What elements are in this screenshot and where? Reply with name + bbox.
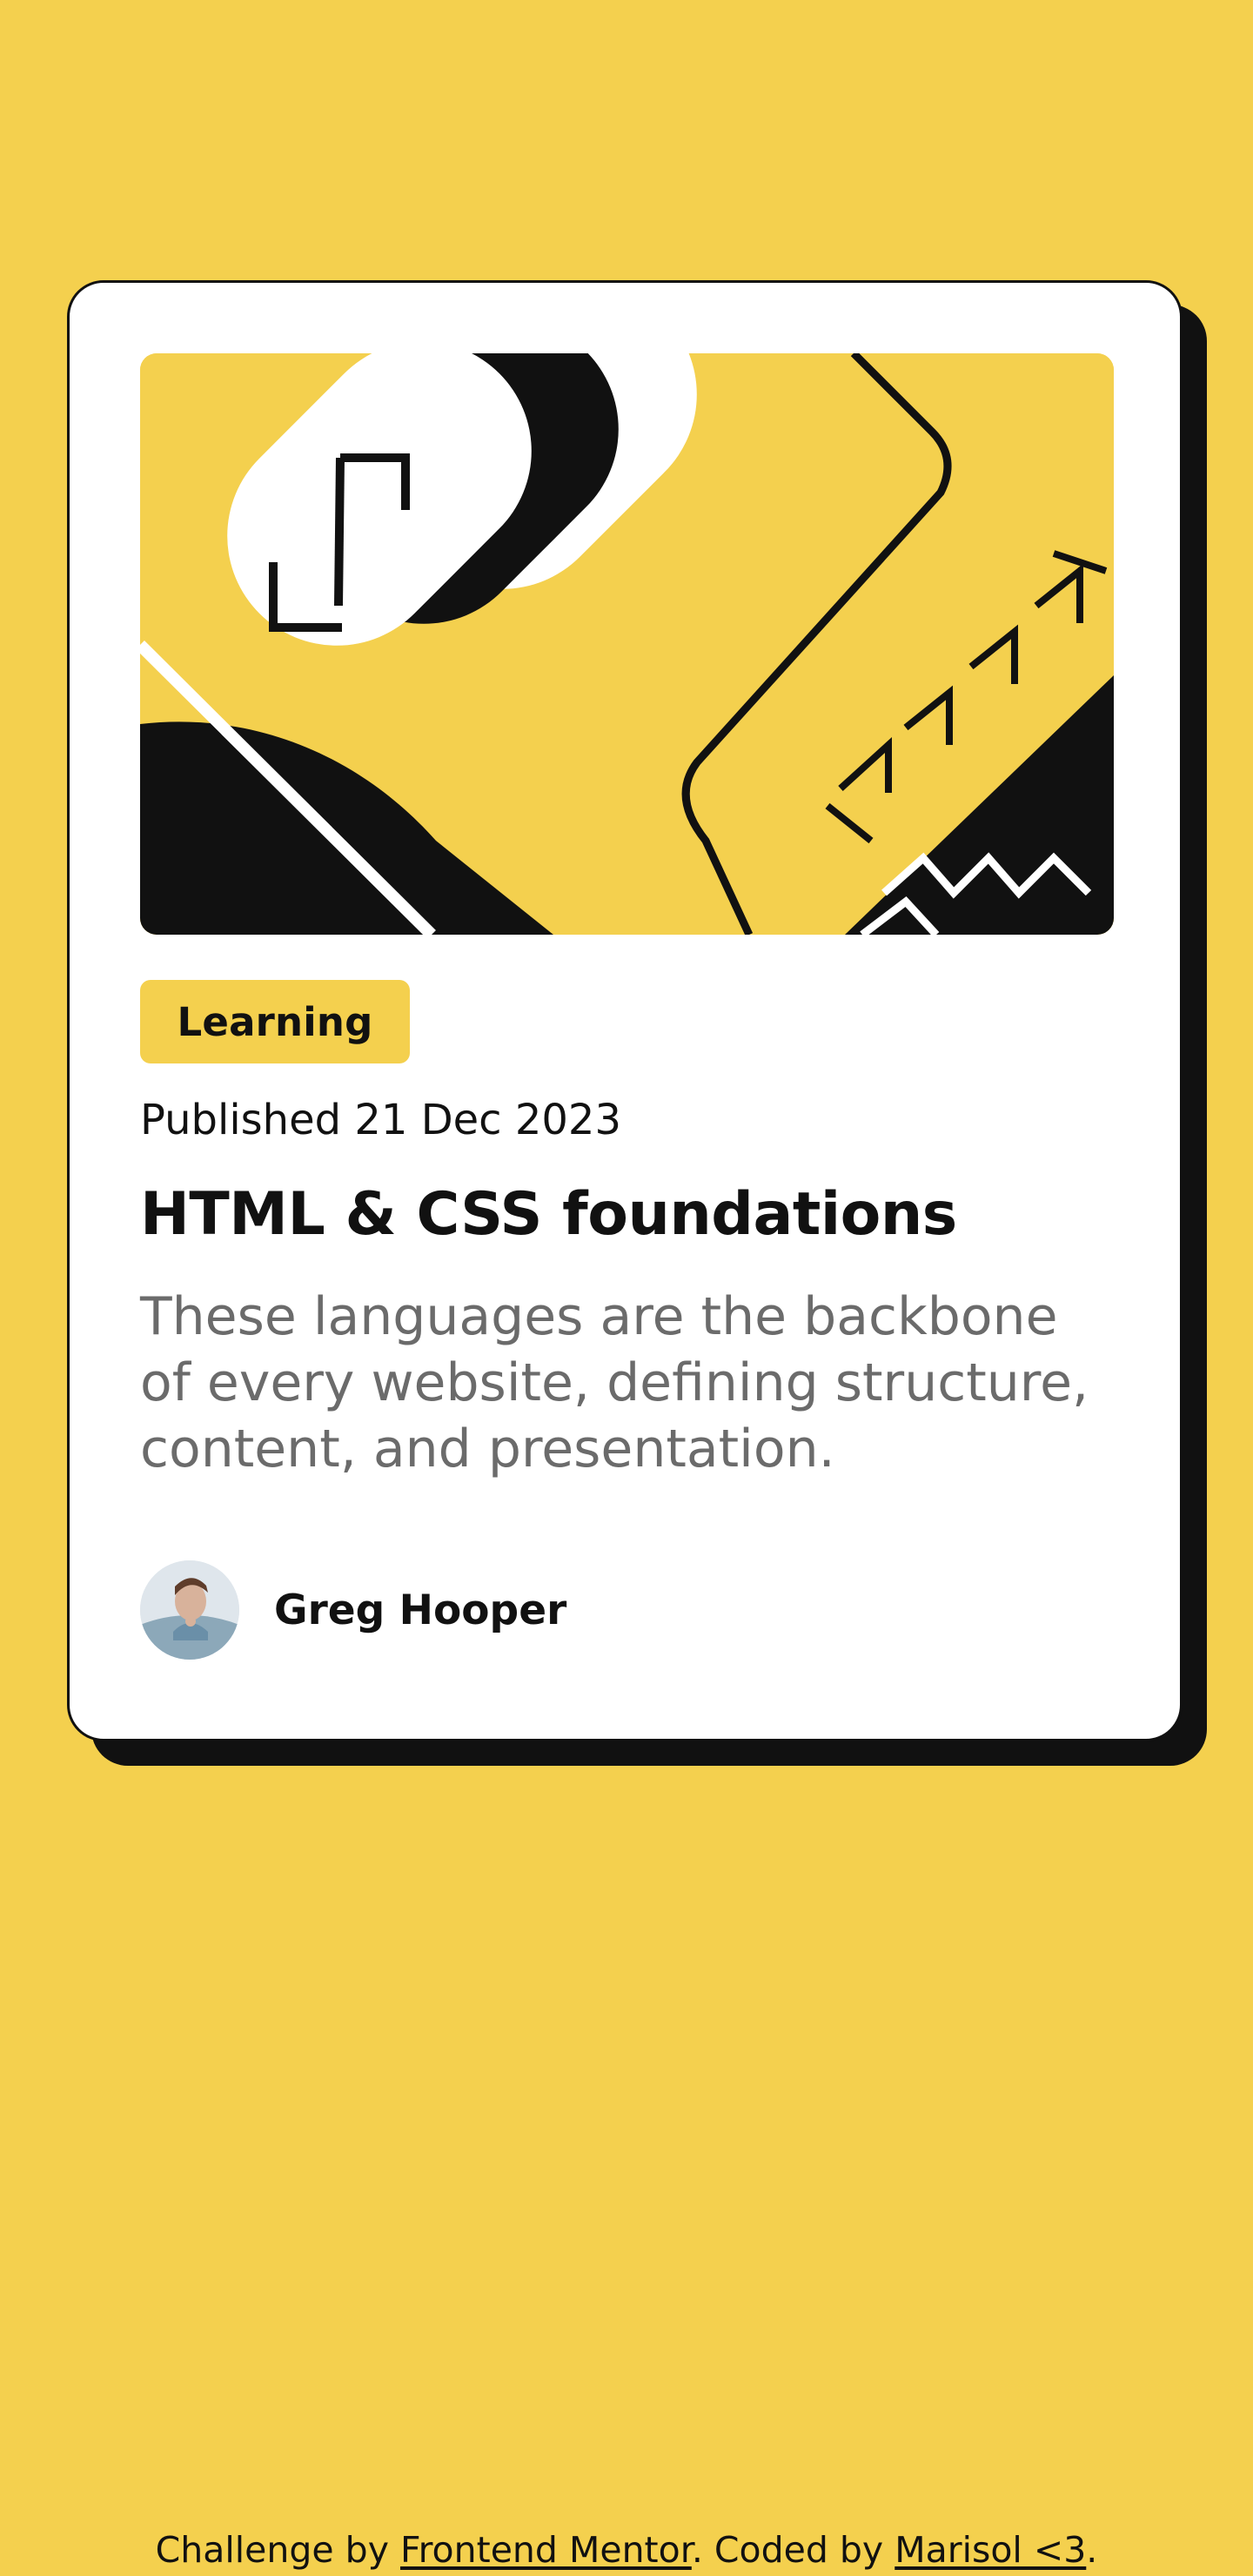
author-name: Greg Hooper [274, 1586, 567, 1634]
frontend-mentor-link[interactable]: Frontend Mentor [400, 2529, 692, 2571]
illustration-image [140, 353, 1114, 935]
attribution-middle: . Coded by [691, 2529, 895, 2571]
card-description: These languages are the backbone of ever… [140, 1286, 1089, 1479]
attribution-prefix: Challenge by [155, 2529, 400, 2571]
author-profile-link[interactable]: Marisol <3 [895, 2529, 1086, 2571]
avatar-icon [140, 1560, 239, 1660]
card-title[interactable]: HTML & CSS foundations [140, 1179, 957, 1251]
attribution-footer: Challenge by Frontend Mentor. Coded by M… [0, 2529, 1253, 2572]
author-info: Greg Hooper [140, 1560, 566, 1660]
author-avatar [140, 1560, 239, 1660]
illustration-icon [140, 353, 1114, 935]
published-date: Published 21 Dec 2023 [140, 1096, 621, 1144]
blog-preview-card: Learning Published 21 Dec 2023 HTML & CS… [67, 280, 1183, 1741]
category-tag: Learning [140, 980, 410, 1063]
attribution-suffix: . [1086, 2529, 1098, 2571]
